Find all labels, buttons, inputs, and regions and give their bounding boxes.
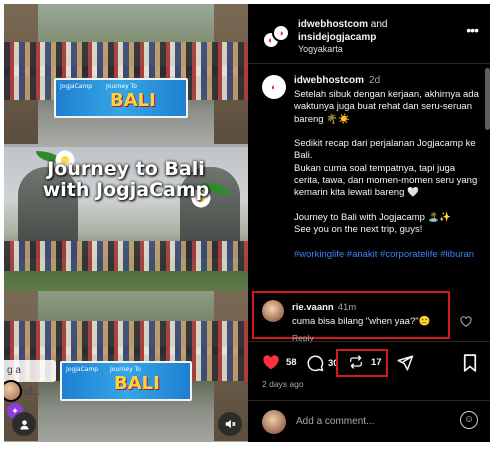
media-panel-top: JogjaCamp Journey To BALI — [4, 4, 248, 147]
comment-username[interactable]: rie.vaann — [292, 302, 334, 313]
comment-time: 41m — [337, 302, 357, 313]
banner-logo: JogjaCamp — [66, 366, 99, 373]
add-comment-input[interactable] — [296, 416, 446, 427]
comment-text: cuma bisa bilang "when yaa?"🙂 — [292, 316, 431, 327]
commenter-avatar[interactable] — [262, 300, 284, 322]
comments-scrollbar[interactable] — [485, 68, 490, 130]
comment-bubble-icon — [306, 354, 324, 372]
media-panel-title: Journey to Bali with JogjaCamp — [4, 147, 248, 291]
bookmark-icon[interactable] — [463, 354, 477, 377]
media-overlay-title: Journey to Bali with JogjaCamp — [42, 158, 210, 201]
repost-highlight — [336, 349, 388, 377]
post-header: ◐ ◑ idwebhostcom and insidejogjacamp Yog… — [248, 4, 490, 64]
trip-banner: JogjaCamp Journey To BALI — [60, 361, 192, 401]
post-authors: idwebhostcom and insidejogjacamp — [298, 18, 387, 44]
comment-highlighted: rie.vaann 41m cuma bisa bilang "when yaa?… — [252, 291, 450, 343]
comment-like-heart-icon[interactable] — [460, 316, 472, 330]
caption-hashtags[interactable]: #workinglife #anakit #corporatelife #lib… — [294, 249, 474, 260]
like-button[interactable]: 58 — [262, 354, 297, 370]
caption-author: idwebhostcom 2d — [294, 75, 380, 86]
banner-title: BALI — [110, 90, 156, 111]
caption-author-avatar[interactable]: ◐ — [262, 75, 286, 99]
page-background: JogjaCamp Journey To BALI Journey to Bal… — [0, 0, 500, 449]
crowd-group-photo — [4, 241, 248, 271]
current-user-avatar — [262, 410, 286, 434]
author-avatars[interactable]: ◐ ◑ — [262, 24, 290, 52]
emoji-icon[interactable]: ☺ — [460, 411, 478, 429]
caption-text: Setelah sibuk dengan kerjaan, akhirnya a… — [294, 89, 479, 236]
like-count: 58 — [286, 356, 297, 368]
post-sidebar: ◐ ◑ idwebhostcom and insidejogjacamp Yog… — [248, 4, 490, 442]
share-button[interactable] — [396, 354, 414, 372]
paper-plane-icon — [396, 354, 414, 372]
author-link-2[interactable]: insidejogjacamp — [298, 32, 376, 43]
banner-subtitle: Journey To — [106, 83, 137, 90]
post-media[interactable]: JogjaCamp Journey To BALI Journey to Bal… — [4, 4, 248, 442]
authors-joiner: and — [370, 19, 388, 30]
banner-logo: JogjaCamp — [60, 83, 93, 90]
banner-title: BALI — [114, 373, 160, 394]
tag-friend-input[interactable]: g a friend... — [4, 360, 56, 398]
caption-body: Setelah sibuk dengan kerjaan, akhirnya a… — [294, 89, 480, 261]
post-location[interactable]: Yogyakarta — [298, 44, 343, 54]
more-horizontal-icon[interactable]: ••• — [466, 22, 479, 38]
post-actions: 58 30 17 2 days ago Add a comment... ☺ — [248, 341, 490, 441]
comment-button[interactable]: 30 — [306, 354, 339, 372]
caption-section: ◐ idwebhostcom 2d Setelah sibuk dengan ke… — [248, 65, 490, 293]
banner-subtitle: Journey To — [110, 366, 141, 373]
caption-time: 2d — [369, 75, 381, 86]
user-tag-icon[interactable] — [12, 412, 36, 436]
comment-author: rie.vaann 41m — [292, 302, 356, 313]
trip-banner: JogjaCamp Journey To BALI — [54, 78, 188, 118]
speaker-muted-icon[interactable] — [218, 412, 242, 436]
post-time-ago: 2 days ago — [262, 379, 304, 389]
heart-filled-icon — [262, 354, 280, 370]
add-comment-bar: ☺ — [248, 400, 490, 442]
post-modal: JogjaCamp Journey To BALI Journey to Bal… — [4, 4, 490, 442]
caption-username[interactable]: idwebhostcom — [294, 75, 364, 86]
author-link-1[interactable]: idwebhostcom — [298, 19, 368, 30]
author-avatar-insidejogjacamp[interactable]: ◑ — [272, 24, 290, 42]
